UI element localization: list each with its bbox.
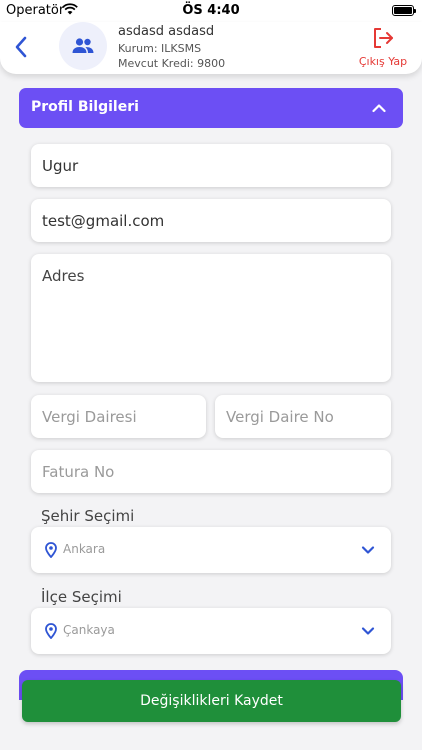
name-input[interactable]: [31, 144, 391, 187]
chevron-down-icon: [361, 627, 375, 635]
district-label: İlçe Seçimi: [41, 588, 122, 606]
district-value: Çankaya: [63, 623, 115, 637]
city-select[interactable]: Ankara: [31, 527, 391, 573]
user-credit: Mevcut Kredi: 9800: [118, 57, 226, 70]
address-input[interactable]: [31, 254, 391, 382]
tax-number-input[interactable]: [215, 395, 391, 438]
profile-section-header[interactable]: Profil Bilgileri: [19, 88, 403, 128]
avatar: [59, 22, 107, 70]
user-organization: Kurum: ILKSMS: [118, 42, 202, 55]
location-pin-icon: [45, 623, 57, 639]
city-label: Şehir Seçimi: [41, 507, 135, 525]
section-title: Profil Bilgileri: [31, 99, 139, 115]
users-icon: [72, 38, 94, 53]
chevron-down-icon: [361, 546, 375, 554]
location-pin-icon: [45, 542, 57, 558]
district-select[interactable]: Çankaya: [31, 608, 391, 654]
status-bar: Operatör ÖS 4:40: [0, 0, 422, 22]
back-icon[interactable]: [10, 34, 34, 60]
logout-label: Çıkış Yap: [358, 55, 408, 68]
user-name: asdasd asdasd: [118, 24, 215, 39]
logout-button[interactable]: Çıkış Yap: [358, 26, 408, 70]
logout-icon: [374, 28, 393, 48]
email-input[interactable]: [31, 199, 391, 242]
chevron-up-icon: [372, 104, 386, 113]
app-header: asdasd asdasd Kurum: ILKSMS Mevcut Kredi…: [0, 22, 422, 74]
save-changes-button[interactable]: Değişiklikleri Kaydet: [22, 680, 401, 722]
invoice-number-input[interactable]: [31, 450, 391, 493]
battery-icon: [392, 5, 416, 16]
status-time: ÖS 4:40: [182, 3, 240, 18]
tax-office-input[interactable]: [31, 395, 206, 438]
city-value: Ankara: [63, 542, 106, 556]
